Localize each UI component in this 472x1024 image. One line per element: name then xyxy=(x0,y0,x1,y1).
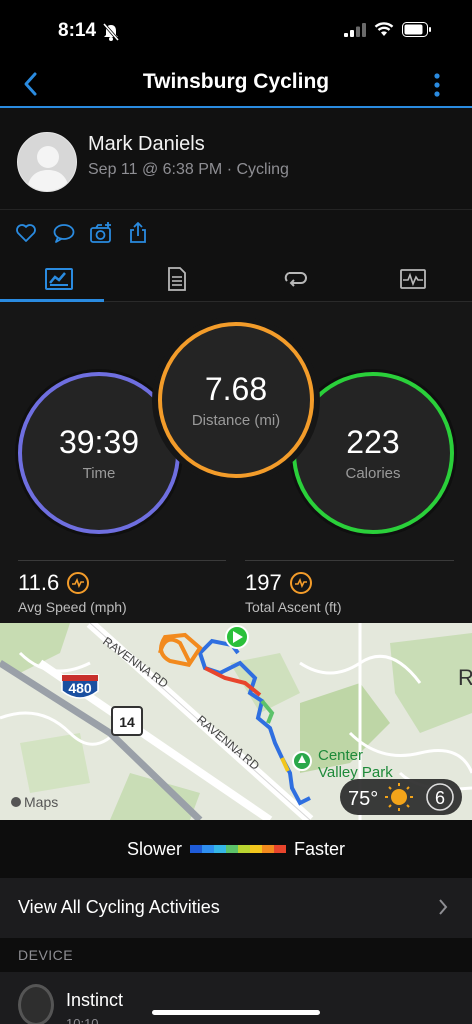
avg-speed-label: Avg Speed (mph) xyxy=(18,599,127,615)
comment-bubble-icon[interactable] xyxy=(52,221,76,245)
time-label: Time xyxy=(82,465,116,482)
battery-icon xyxy=(402,22,431,37)
divider xyxy=(245,560,454,561)
avg-speed-metric[interactable]: 11.6 Avg Speed (mph) xyxy=(18,570,127,615)
distance-ring: 7.68 Distance (mi) xyxy=(158,322,314,478)
page-title: Twinsburg Cycling xyxy=(142,70,330,93)
calories-value: 223 xyxy=(346,424,400,460)
stats-panel: 39:39 Time 223 Calories 7.68 Distance (m… xyxy=(0,302,472,623)
route-map[interactable]: 480 14 RAVENNA RD RAVENNA RD Center Vall… xyxy=(0,623,472,820)
status-bar: 8:14 xyxy=(0,0,472,62)
like-heart-icon[interactable] xyxy=(14,221,38,245)
total-ascent-metric[interactable]: 197 Total Ascent (ft) xyxy=(245,570,341,615)
status-time: 8:14 xyxy=(58,20,97,41)
summary-chart-icon xyxy=(45,267,73,290)
device-section-header: DEVICE xyxy=(0,938,472,972)
state-route-number: 14 xyxy=(119,714,135,730)
add-photo-camera-icon[interactable] xyxy=(89,221,113,245)
apple-logo-icon xyxy=(11,797,21,807)
more-options-icon[interactable] xyxy=(430,70,444,100)
maps-attribution: Maps xyxy=(24,794,58,810)
view-all-label: View All Cycling Activities xyxy=(18,897,220,917)
chevron-right-icon xyxy=(439,899,448,915)
device-row[interactable]: Instinct 10:10 xyxy=(0,972,472,1024)
device-section-title: DEVICE xyxy=(18,947,74,963)
time-value: 39:39 xyxy=(58,424,140,460)
wifi-icon xyxy=(374,22,394,36)
home-indicator[interactable] xyxy=(152,1010,320,1015)
divider xyxy=(18,560,226,561)
laps-loop-icon xyxy=(284,271,307,287)
navigation-bar: Twinsburg Cycling xyxy=(0,62,472,108)
distance-label: Distance (mi) xyxy=(191,412,281,429)
tab-details[interactable] xyxy=(118,256,236,301)
device-subtext: 10:10 xyxy=(66,1016,99,1024)
distance-value: 7.68 xyxy=(204,371,268,407)
park-label-line-2: Valley Park xyxy=(318,764,393,781)
cellular-signal-icon xyxy=(344,22,366,37)
details-list-icon xyxy=(168,266,186,291)
tab-laps[interactable] xyxy=(236,256,354,301)
map-edge-label: R xyxy=(458,665,472,690)
calories-ring: 223 Calories xyxy=(292,372,454,534)
user-name[interactable]: Mark Daniels xyxy=(88,133,205,156)
legend-faster: Faster xyxy=(294,838,346,859)
chart-pulse-icon xyxy=(289,572,312,594)
bell-off-icon xyxy=(102,23,120,41)
legend-slower: Slower xyxy=(126,838,182,859)
default-user-icon xyxy=(27,146,69,191)
activity-tabs xyxy=(0,256,472,302)
chart-pulse-icon xyxy=(67,572,90,594)
share-icon[interactable] xyxy=(126,221,150,245)
interstate-number: 480 xyxy=(68,680,92,696)
calories-label: Calories xyxy=(345,465,401,482)
tab-graphs[interactable] xyxy=(354,256,472,301)
graph-pulse-icon xyxy=(400,268,426,289)
view-all-cycling-activities[interactable]: View All Cycling Activities xyxy=(0,878,472,938)
tab-summary[interactable] xyxy=(0,256,118,301)
activity-header: Mark Daniels Sep 11 @ 6:38 PM · Cycling xyxy=(0,108,472,210)
map-canvas: 480 14 RAVENNA RD RAVENNA RD Center Vall… xyxy=(0,623,472,820)
speed-legend: Slower Faster xyxy=(0,820,472,878)
device-name: Instinct xyxy=(66,990,124,1010)
social-actions xyxy=(0,210,472,256)
avatar[interactable] xyxy=(17,132,77,192)
total-ascent-label: Total Ascent (ft) xyxy=(245,599,342,615)
activity-date-type: Sep 11 @ 6:38 PM · Cycling xyxy=(88,161,289,178)
uv-index: 6 xyxy=(435,788,445,808)
legend-color-scale xyxy=(190,845,286,853)
time-ring: 39:39 Time xyxy=(18,372,180,534)
park-label-line-1: Center xyxy=(318,747,363,764)
avg-speed-value: 11.6 xyxy=(18,570,60,595)
watch-icon xyxy=(18,984,54,1024)
weather-temperature: 75° xyxy=(348,788,378,810)
total-ascent-value: 197 xyxy=(245,570,282,595)
